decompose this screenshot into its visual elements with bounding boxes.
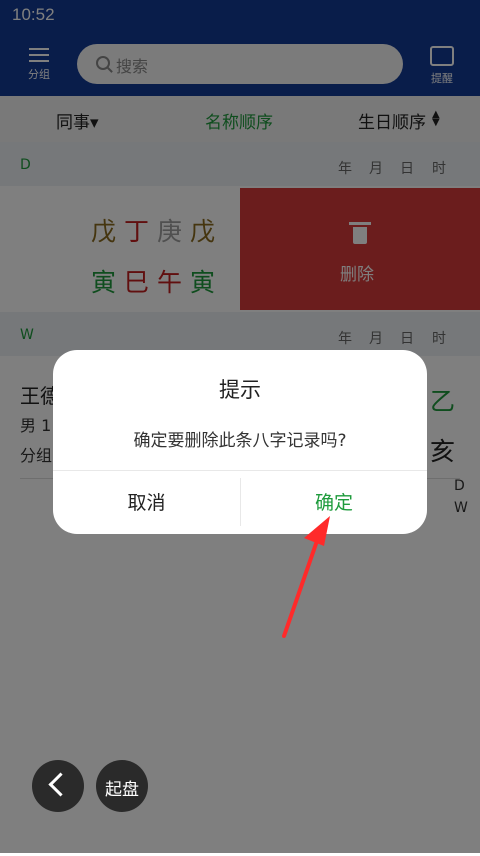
start-chart-label: 起盘 bbox=[105, 780, 139, 800]
dialog-message: 确定要删除此条八字记录吗? bbox=[133, 431, 347, 451]
start-chart-button[interactable]: 起盘 bbox=[96, 760, 148, 812]
annotation-arrow-icon bbox=[282, 516, 330, 638]
dialog-divider bbox=[53, 470, 427, 471]
confirm-dialog: 提示 确定要删除此条八字记录吗? 取消 确定 bbox=[53, 350, 427, 534]
back-button[interactable] bbox=[32, 760, 84, 812]
chevron-left-icon bbox=[48, 772, 73, 797]
dialog-title: 提示 bbox=[219, 378, 261, 402]
cancel-button[interactable]: 取消 bbox=[53, 472, 240, 534]
